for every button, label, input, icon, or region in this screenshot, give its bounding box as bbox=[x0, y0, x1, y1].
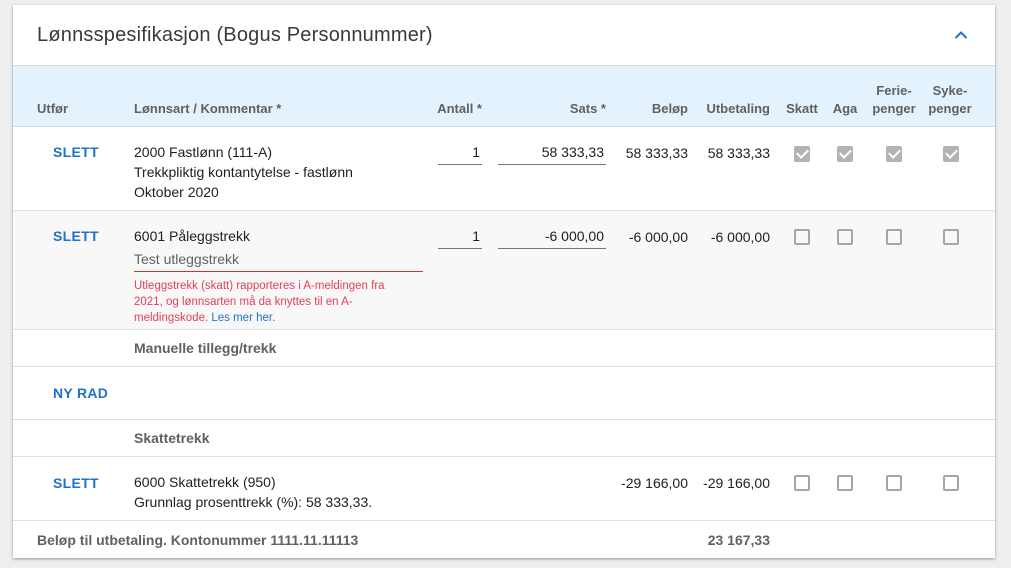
col-header-sykepenger-line1: Syke- bbox=[932, 83, 968, 98]
delete-row-button[interactable]: SLETT bbox=[53, 475, 99, 491]
table-row: SLETT 6000 Skattetrekk (950) Grunnlag pr… bbox=[13, 457, 995, 521]
row-belop: 58 333,33 bbox=[625, 145, 688, 161]
aga-checkbox[interactable] bbox=[837, 475, 853, 491]
footer-row: Beløp til utbetaling. Kontonummer 1111.1… bbox=[13, 521, 995, 558]
sykepenger-checkbox[interactable] bbox=[943, 146, 959, 162]
row-lonnsart: 6000 Skattetrekk (950) bbox=[134, 474, 276, 490]
section-tax-label: Skattetrekk bbox=[134, 430, 210, 446]
col-header-utfor: Utfør bbox=[37, 101, 69, 116]
row-description: Trekkpliktig kontantytelse - fastlønn bbox=[134, 164, 353, 180]
col-header-feriepenger-line2: penger bbox=[872, 101, 916, 116]
row-utbetaling: 58 333,33 bbox=[707, 145, 770, 161]
aga-checkbox[interactable] bbox=[837, 146, 853, 162]
col-header-skatt: Skatt bbox=[786, 101, 818, 116]
delete-row-button[interactable]: SLETT bbox=[53, 228, 99, 244]
comment-input[interactable] bbox=[134, 248, 423, 272]
payout-label: Beløp til utbetaling. Kontonummer 1111.1… bbox=[37, 532, 359, 548]
table-row: SLETT 6001 Påleggstrekk Utleggstrekk (sk… bbox=[13, 211, 995, 330]
section-manual-label: Manuelle tillegg/trekk bbox=[134, 340, 277, 356]
payout-total: 23 167,33 bbox=[707, 532, 770, 548]
delete-row-button[interactable]: SLETT bbox=[53, 144, 99, 160]
col-header-sykepenger-line2: penger bbox=[928, 101, 972, 116]
sykepenger-checkbox[interactable] bbox=[943, 229, 959, 245]
new-row-row: NY RAD bbox=[13, 367, 995, 420]
table-header: Utfør Lønnsart / Kommentar * Antall * Sa… bbox=[13, 66, 995, 127]
chevron-up-icon bbox=[954, 31, 968, 39]
new-row-button[interactable]: NY RAD bbox=[53, 385, 108, 401]
row-belop: -6 000,00 bbox=[628, 229, 688, 245]
sats-input[interactable] bbox=[498, 225, 606, 249]
col-header-sykepenger: Syke- penger bbox=[924, 83, 976, 117]
card-header: Lønnsspesifikasjon (Bogus Personnummer) bbox=[13, 5, 995, 66]
page-title: Lønnsspesifikasjon (Bogus Personnummer) bbox=[37, 24, 433, 46]
skatt-checkbox[interactable] bbox=[794, 229, 810, 245]
antall-input[interactable] bbox=[438, 141, 482, 165]
row-lonnsart: 6001 Påleggstrekk bbox=[134, 228, 250, 244]
col-header-sats: Sats * bbox=[569, 101, 606, 116]
validation-error: Utleggstrekk (skatt) rapporteres i A-mel… bbox=[134, 278, 409, 326]
col-header-feriepenger: Ferie- penger bbox=[868, 83, 920, 117]
skatt-checkbox[interactable] bbox=[794, 475, 810, 491]
sykepenger-checkbox[interactable] bbox=[943, 475, 959, 491]
row-utbetaling: -29 166,00 bbox=[703, 475, 770, 491]
antall-input[interactable] bbox=[438, 225, 482, 249]
col-header-utbetaling: Utbetaling bbox=[706, 101, 770, 116]
col-header-aga: Aga bbox=[832, 101, 858, 116]
col-header-feriepenger-line1: Ferie- bbox=[876, 83, 912, 98]
section-row: Manuelle tillegg/trekk bbox=[13, 330, 995, 367]
col-header-belop: Beløp bbox=[651, 101, 688, 116]
aga-checkbox[interactable] bbox=[837, 229, 853, 245]
collapse-button[interactable] bbox=[949, 23, 973, 47]
row-belop: -29 166,00 bbox=[621, 475, 688, 491]
col-header-lonnsart: Lønnsart / Kommentar * bbox=[134, 101, 282, 116]
payslip-card: Lønnsspesifikasjon (Bogus Personnummer) … bbox=[13, 5, 995, 558]
table-row: SLETT 2000 Fastlønn (111-A) Trekkpliktig… bbox=[13, 127, 995, 211]
row-period: Oktober 2020 bbox=[134, 184, 219, 200]
row-lonnsart: 2000 Fastlønn (111-A) bbox=[134, 144, 272, 160]
row-utbetaling: -6 000,00 bbox=[710, 229, 770, 245]
row-description: Grunnlag prosenttrekk (%): 58 333,33. bbox=[134, 494, 373, 510]
feriepenger-checkbox[interactable] bbox=[886, 146, 902, 162]
skatt-checkbox[interactable] bbox=[794, 146, 810, 162]
section-row: Skattetrekk bbox=[13, 420, 995, 457]
sats-input[interactable] bbox=[498, 141, 606, 165]
feriepenger-checkbox[interactable] bbox=[886, 229, 902, 245]
read-more-link[interactable]: Les mer her. bbox=[211, 312, 275, 324]
feriepenger-checkbox[interactable] bbox=[886, 475, 902, 491]
col-header-antall: Antall * bbox=[437, 101, 482, 116]
